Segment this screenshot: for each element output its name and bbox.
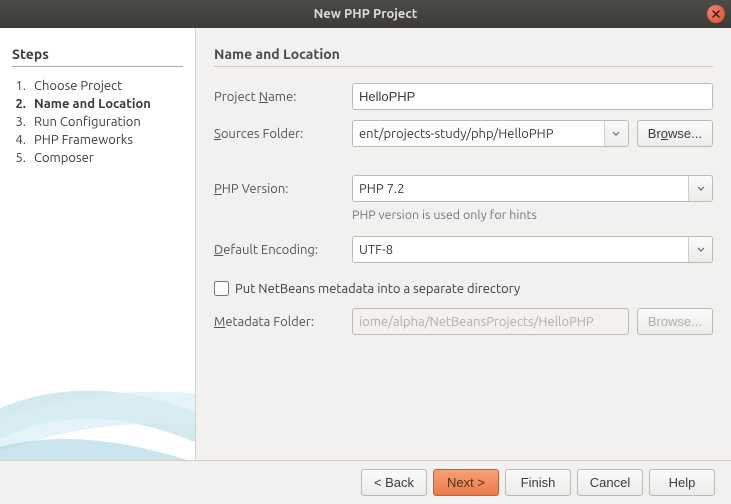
step-5: 5.Composer	[12, 149, 183, 167]
row-sources-folder: Sources Folder: ent/projects-study/php/H…	[214, 120, 713, 147]
project-name-input[interactable]	[352, 83, 713, 110]
step-3: 3.Run Configuration	[12, 113, 183, 131]
separate-metadata-checkbox[interactable]	[214, 281, 229, 296]
titlebar: New PHP Project	[0, 0, 731, 28]
metadata-browse-button: Browse...	[637, 308, 713, 335]
steps-sidebar: Steps 1.Choose Project 2.Name and Locati…	[0, 28, 196, 460]
step-2: 2.Name and Location	[12, 95, 183, 113]
help-button[interactable]: Help	[649, 469, 715, 496]
separate-metadata-label: Put NetBeans metadata into a separate di…	[235, 282, 520, 296]
next-button[interactable]: Next >	[433, 469, 499, 496]
sidebar-decoration	[0, 300, 196, 460]
chevron-down-icon	[688, 237, 712, 262]
cancel-button[interactable]: Cancel	[577, 469, 643, 496]
finish-button[interactable]: Finish	[505, 469, 571, 496]
php-version-select[interactable]: PHP 7.2	[352, 175, 713, 202]
row-separate-metadata: Put NetBeans metadata into a separate di…	[214, 281, 713, 296]
window-title: New PHP Project	[0, 7, 731, 21]
row-encoding: Default Encoding: UTF-8	[214, 236, 713, 263]
php-version-hint: PHP version is used only for hints	[352, 208, 713, 222]
encoding-label: Default Encoding:	[214, 243, 344, 257]
main-panel: Name and Location Project Name: Sources …	[196, 28, 731, 460]
close-icon	[712, 10, 720, 18]
steps-list: 1.Choose Project 2.Name and Location 3.R…	[12, 77, 183, 167]
steps-heading: Steps	[12, 46, 183, 67]
wizard-body: Steps 1.Choose Project 2.Name and Locati…	[0, 28, 731, 460]
metadata-folder-input: iome/alpha/NetBeansProjects/HelloPHP	[352, 308, 629, 335]
php-version-label: PHP Version:	[214, 182, 344, 196]
step-4: 4.PHP Frameworks	[12, 131, 183, 149]
row-project-name: Project Name:	[214, 83, 713, 110]
back-button[interactable]: < Back	[361, 469, 427, 496]
step-1: 1.Choose Project	[12, 77, 183, 95]
chevron-down-icon	[688, 176, 712, 201]
sources-browse-button[interactable]: Browse...	[637, 120, 713, 147]
sources-folder-select[interactable]: ent/projects-study/php/HelloPHP	[352, 120, 629, 147]
project-name-label: Project Name:	[214, 90, 344, 104]
encoding-select[interactable]: UTF-8	[352, 236, 713, 263]
panel-heading: Name and Location	[214, 46, 713, 67]
close-button[interactable]	[707, 5, 725, 23]
sources-folder-label: Sources Folder:	[214, 127, 344, 141]
chevron-down-icon	[604, 121, 628, 146]
metadata-folder-label: Metadata Folder:	[214, 315, 344, 329]
wizard-footer: < Back Next > Finish Cancel Help	[0, 460, 731, 504]
row-metadata-folder: Metadata Folder: iome/alpha/NetBeansProj…	[214, 308, 713, 335]
row-php-version: PHP Version: PHP 7.2	[214, 175, 713, 202]
